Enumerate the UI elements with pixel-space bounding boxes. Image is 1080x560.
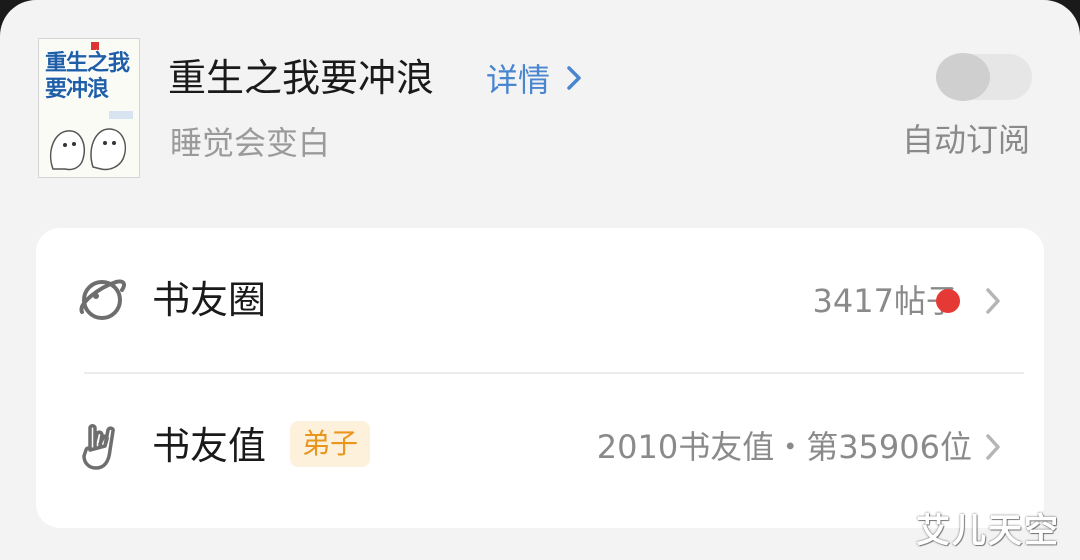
planet-icon — [79, 279, 126, 320]
chevron-right-icon — [567, 66, 581, 90]
detail-label: 详情 — [486, 61, 551, 99]
publisher-badge — [91, 42, 99, 50]
auto-subscribe-label: 自动订阅 — [902, 121, 1031, 159]
fan-value-rank: 2010书友值・第35906位 — [596, 428, 972, 466]
auto-subscribe-toggle[interactable] — [936, 53, 1032, 101]
fan-rank-badge: 弟子 — [290, 421, 371, 467]
book-detail-link[interactable]: 详情 — [486, 54, 582, 102]
book-author[interactable]: 睡觉会变白 — [170, 118, 330, 168]
cover-illustration — [49, 111, 133, 171]
unread-dot — [936, 289, 960, 313]
row-title: 书友值 — [152, 424, 267, 468]
hand-gesture-icon — [82, 424, 115, 470]
toggle-knob — [936, 53, 990, 101]
cover-title: 重生之我要冲浪 — [45, 51, 130, 102]
book-info-sheet: 重生之我要冲浪 重生之我要冲浪 详情 睡觉会变白 自动订阅 书友圈 3417帖子… — [0, 0, 1080, 560]
book-title: 重生之我要冲浪 — [168, 56, 435, 100]
book-circle-row[interactable]: 书友圈 3417帖子 — [36, 228, 1044, 372]
book-fan-value-row[interactable]: 书友值 弟子 2010书友值・第35906位 — [36, 374, 1044, 518]
book-cover[interactable]: 重生之我要冲浪 — [38, 38, 140, 178]
row-title: 书友圈 — [152, 278, 267, 322]
chevron-right-icon — [986, 288, 1000, 314]
chevron-right-icon — [986, 434, 1000, 460]
community-card: 书友圈 3417帖子 书友值 弟子 2010书友值・第35906位 — [36, 228, 1044, 528]
